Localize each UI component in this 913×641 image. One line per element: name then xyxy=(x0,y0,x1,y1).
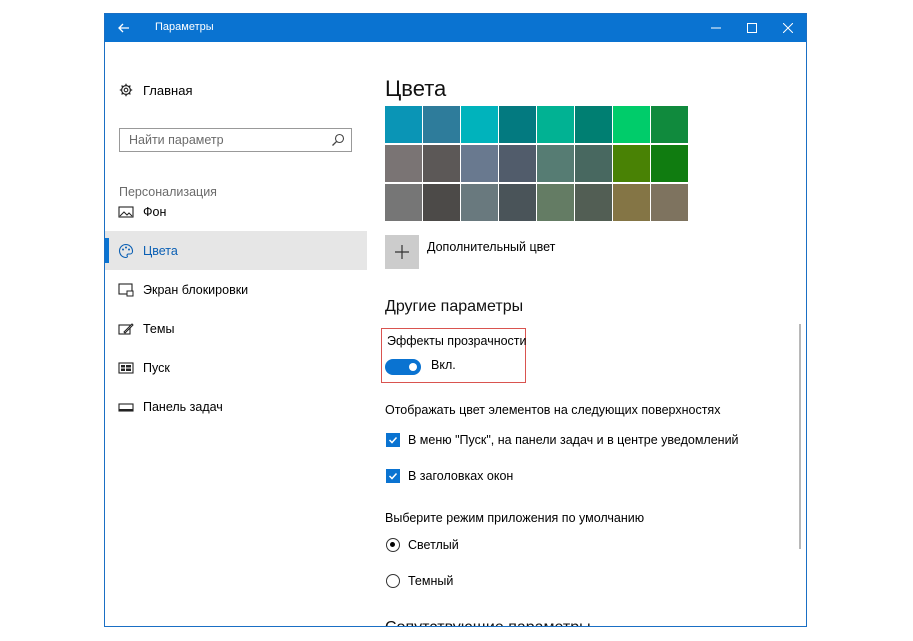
color-swatch[interactable] xyxy=(461,145,498,182)
radio-dark-mode[interactable] xyxy=(386,574,400,588)
active-indicator xyxy=(105,238,109,263)
maximize-icon xyxy=(747,23,757,33)
color-swatch[interactable] xyxy=(461,184,498,221)
themes-icon xyxy=(118,323,134,335)
scrollbar[interactable] xyxy=(799,324,801,549)
search-placeholder: Найти параметр xyxy=(129,133,224,147)
window-title: Параметры xyxy=(155,21,214,33)
color-swatch-grid xyxy=(385,106,688,221)
custom-color-button[interactable] xyxy=(385,235,419,269)
checkbox-start-taskbar[interactable] xyxy=(386,433,400,447)
color-swatch[interactable] xyxy=(499,184,536,221)
color-swatch[interactable] xyxy=(651,145,688,182)
home-label: Главная xyxy=(143,82,193,98)
app-mode-label: Выберите режим приложения по умолчанию xyxy=(385,511,645,525)
color-swatch[interactable] xyxy=(651,184,688,221)
settings-window: Параметры Главная Найти параметр Персона… xyxy=(104,13,807,627)
sidebar-item-lock-screen[interactable]: Экран блокировки xyxy=(105,270,367,309)
sidebar-item-label: Панель задач xyxy=(143,399,223,414)
sidebar-item-taskbar[interactable]: Панель задач xyxy=(105,387,367,426)
sidebar-item-background[interactable]: Фон xyxy=(105,192,367,231)
color-swatch[interactable] xyxy=(613,145,650,182)
color-swatch[interactable] xyxy=(385,106,422,143)
color-swatch[interactable] xyxy=(651,106,688,143)
color-swatch[interactable] xyxy=(537,184,574,221)
close-button[interactable] xyxy=(770,14,806,42)
color-swatch[interactable] xyxy=(575,145,612,182)
related-settings-heading: Сопутствующие параметры xyxy=(385,619,591,626)
checkbox-label: В меню "Пуск", на панели задач и в центр… xyxy=(408,433,739,447)
color-swatch[interactable] xyxy=(385,184,422,221)
checkbox-label: В заголовках окон xyxy=(408,469,514,483)
color-swatch[interactable] xyxy=(537,145,574,182)
sidebar-item-start[interactable]: Пуск xyxy=(105,348,367,387)
search-icon xyxy=(332,133,345,146)
radio-label: Темный xyxy=(408,574,454,588)
maximize-button[interactable] xyxy=(734,14,770,42)
page-title: Цвета xyxy=(385,76,447,101)
color-swatch[interactable] xyxy=(613,184,650,221)
checkmark-icon xyxy=(388,436,398,444)
color-swatch[interactable] xyxy=(575,106,612,143)
sidebar: Главная Найти параметр Персонализация Фо… xyxy=(105,42,367,626)
minimize-icon xyxy=(711,27,721,29)
color-swatch[interactable] xyxy=(575,184,612,221)
radio-selected-dot xyxy=(390,542,395,547)
palette-icon xyxy=(118,243,134,259)
home-link[interactable]: Главная xyxy=(119,80,192,100)
sidebar-item-label: Темы xyxy=(143,321,175,336)
radio-light-mode[interactable] xyxy=(386,538,400,552)
color-swatch[interactable] xyxy=(461,106,498,143)
image-icon xyxy=(118,206,134,218)
title-bar: Параметры xyxy=(105,14,806,42)
color-swatch[interactable] xyxy=(423,106,460,143)
custom-color-label: Дополнительный цвет xyxy=(427,240,556,254)
back-button[interactable] xyxy=(105,14,143,42)
start-icon xyxy=(118,362,134,374)
radio-label: Светлый xyxy=(408,538,459,552)
content-pane: Цвета Дополнительный цвет Другие парамет… xyxy=(381,42,805,626)
surfaces-label: Отображать цвет элементов на следующих п… xyxy=(385,403,721,417)
sidebar-item-label: Экран блокировки xyxy=(143,282,249,297)
lock-screen-icon xyxy=(118,283,134,297)
sidebar-item-colors[interactable]: Цвета xyxy=(105,231,367,270)
transparency-state-label: Вкл. xyxy=(431,358,456,372)
transparency-label: Эффекты прозрачности xyxy=(387,334,527,348)
sidebar-item-label: Пуск xyxy=(143,360,170,375)
sidebar-item-label: Фон xyxy=(143,204,167,219)
toggle-knob xyxy=(409,363,417,371)
taskbar-icon xyxy=(118,403,134,412)
color-swatch[interactable] xyxy=(423,145,460,182)
transparency-toggle[interactable] xyxy=(385,359,421,375)
close-icon xyxy=(783,23,793,33)
sidebar-item-label: Цвета xyxy=(143,243,178,258)
color-swatch[interactable] xyxy=(613,106,650,143)
color-swatch[interactable] xyxy=(423,184,460,221)
plus-icon xyxy=(395,245,409,259)
search-input[interactable]: Найти параметр xyxy=(119,128,352,152)
back-arrow-icon xyxy=(118,23,129,33)
color-swatch[interactable] xyxy=(499,106,536,143)
checkbox-title-bars[interactable] xyxy=(386,469,400,483)
minimize-button[interactable] xyxy=(698,14,734,42)
gear-icon xyxy=(119,83,133,97)
color-swatch[interactable] xyxy=(385,145,422,182)
checkmark-icon xyxy=(388,472,398,480)
color-swatch[interactable] xyxy=(537,106,574,143)
color-swatch[interactable] xyxy=(499,145,536,182)
sidebar-item-themes[interactable]: Темы xyxy=(105,309,367,348)
other-settings-heading: Другие параметры xyxy=(385,298,524,315)
